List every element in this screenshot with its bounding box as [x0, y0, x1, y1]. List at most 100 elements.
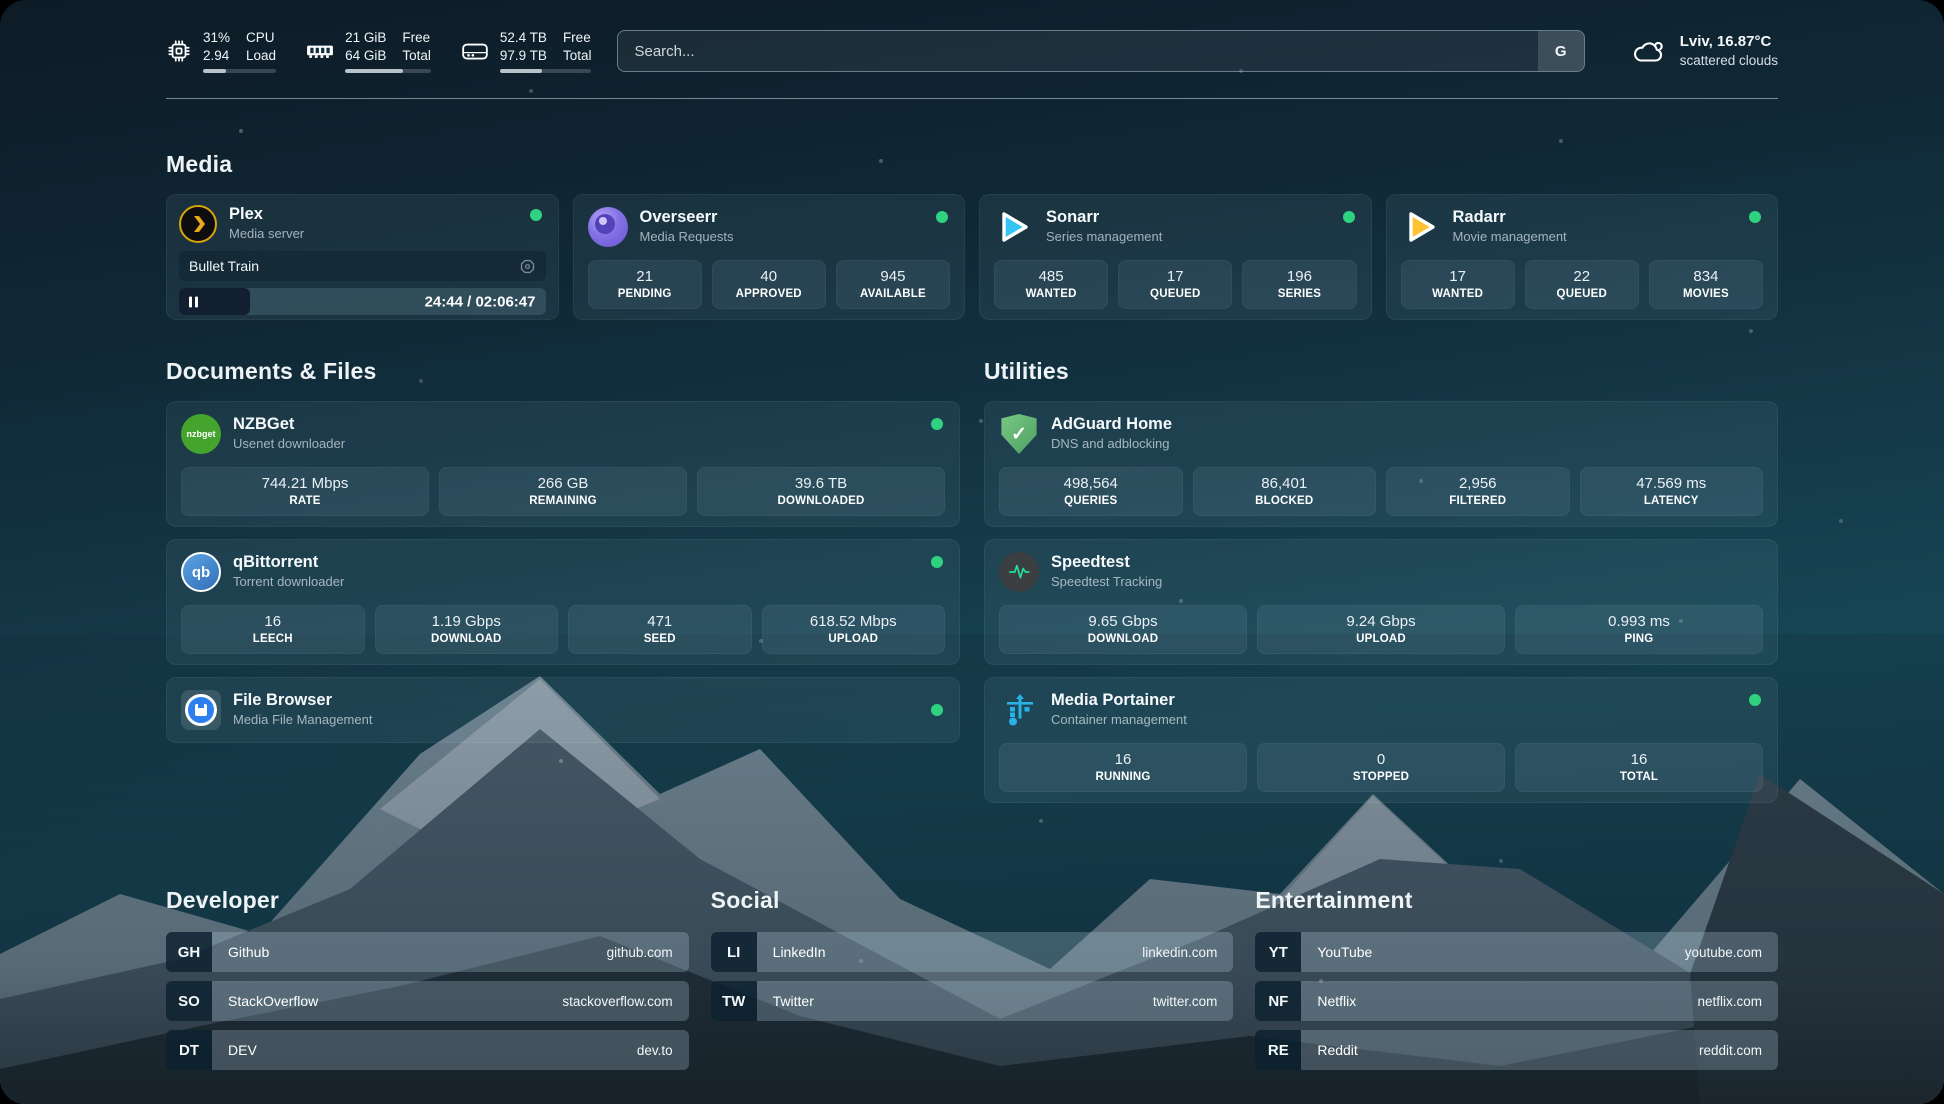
stat-filtered: 2,956FILTERED [1386, 467, 1570, 516]
search-bar: G [617, 30, 1584, 72]
stat-wanted: 485WANTED [994, 260, 1108, 309]
ram-total-value: 64 GiB [345, 47, 386, 65]
overseerr-card[interactable]: Overseerr Media Requests 21PENDING 40APP… [573, 194, 966, 320]
bookmark-url: dev.to [637, 1043, 673, 1058]
bookmark-abbr: GH [166, 932, 212, 972]
ram-total-label: Total [402, 47, 431, 65]
disk-progressbar [500, 69, 592, 73]
stat-pending: 21PENDING [588, 260, 702, 309]
bookmark-dev-to[interactable]: DT DEVdev.to [166, 1030, 689, 1070]
search-engine-button[interactable]: G [1538, 31, 1584, 71]
bookmark-name: DEV [228, 1042, 257, 1058]
bookmark-group-developer: Developer GH Githubgithub.com SO StackOv… [166, 887, 689, 1079]
cpu-usage-label: CPU [246, 29, 276, 47]
qbittorrent-subtitle: Torrent downloader [233, 574, 344, 591]
status-online-dot [931, 556, 943, 568]
stat-downloaded: 39.6 TBDOWNLOADED [697, 467, 945, 516]
bookmark-name: LinkedIn [773, 944, 826, 960]
sonarr-logo [994, 207, 1034, 247]
speedtest-logo [999, 552, 1039, 592]
ram-free-label: Free [402, 29, 431, 47]
section-title-social: Social [711, 887, 1234, 914]
stat-download: 1.19 GbpsDOWNLOAD [375, 605, 559, 654]
portainer-card[interactable]: Media Portainer Container management 16R… [984, 677, 1778, 803]
portainer-logo [999, 690, 1039, 730]
stat-wanted: 17WANTED [1401, 260, 1515, 309]
bookmark-linkedin[interactable]: LI LinkedInlinkedin.com [711, 932, 1234, 972]
radarr-subtitle: Movie management [1453, 229, 1567, 246]
cloud-icon [1631, 36, 1667, 66]
ram-metric: 21 GiB64 GiB FreeTotal [306, 29, 431, 73]
plex-now-playing-title: Bullet Train [189, 258, 259, 274]
section-title-utilities: Utilities [984, 358, 1778, 385]
session-type-icon [519, 258, 536, 275]
bookmark-name: StackOverflow [228, 993, 318, 1009]
utilities-column: Utilities ✓ AdGuard Home DNS and adblock… [984, 358, 1778, 815]
section-title-media: Media [166, 151, 1778, 178]
filebrowser-logo [181, 690, 221, 730]
bookmark-abbr: LI [711, 932, 757, 972]
bookmark-abbr: NF [1255, 981, 1301, 1021]
bookmark-url: netflix.com [1697, 994, 1762, 1009]
sonarr-card[interactable]: Sonarr Series management 485WANTED 17QUE… [979, 194, 1372, 320]
top-bar: 31%2.94 CPULoad [166, 26, 1778, 76]
nzbget-title: NZBGet [233, 415, 345, 435]
sonarr-subtitle: Series management [1046, 229, 1162, 246]
adguard-card[interactable]: ✓ AdGuard Home DNS and adblocking 498,56… [984, 401, 1778, 527]
disk-total-label: Total [563, 47, 592, 65]
cpu-metric: 31%2.94 CPULoad [166, 29, 276, 73]
speedtest-title: Speedtest [1051, 553, 1162, 573]
radarr-card[interactable]: Radarr Movie management 17WANTED 22QUEUE… [1386, 194, 1779, 320]
stat-latency: 47.569 msLATENCY [1580, 467, 1764, 516]
status-online-dot [1749, 211, 1761, 223]
filebrowser-card[interactable]: File Browser Media File Management [166, 677, 960, 743]
portainer-title: Media Portainer [1051, 691, 1187, 711]
radarr-title: Radarr [1453, 208, 1567, 228]
bookmark-group-entertainment: Entertainment YT YouTubeyoutube.com NF N… [1255, 887, 1778, 1079]
bookmark-netflix[interactable]: NF Netflixnetflix.com [1255, 981, 1778, 1021]
bookmark-reddit[interactable]: RE Redditreddit.com [1255, 1030, 1778, 1070]
qbittorrent-logo: qb [181, 552, 221, 592]
section-title-entertainment: Entertainment [1255, 887, 1778, 914]
qbittorrent-title: qBittorrent [233, 553, 344, 573]
pause-icon [189, 296, 198, 307]
cpu-chip-icon [166, 38, 192, 64]
bookmark-abbr: TW [711, 981, 757, 1021]
documents-column: Documents & Files nzbget NZBGet Usenet d… [166, 358, 960, 815]
stat-upload: 9.24 GbpsUPLOAD [1257, 605, 1505, 654]
topbar-divider [166, 98, 1778, 99]
overseerr-subtitle: Media Requests [640, 229, 734, 246]
portainer-subtitle: Container management [1051, 712, 1187, 729]
stat-upload: 618.52 MbpsUPLOAD [762, 605, 946, 654]
stat-blocked: 86,401BLOCKED [1193, 467, 1377, 516]
cpu-load-label: Load [246, 47, 276, 65]
bookmark-stackoverflow[interactable]: SO StackOverflowstackoverflow.com [166, 981, 689, 1021]
bookmark-github[interactable]: GH Githubgithub.com [166, 932, 689, 972]
speedtest-card[interactable]: Speedtest Speedtest Tracking 9.65 GbpsDO… [984, 539, 1778, 665]
status-online-dot [1749, 694, 1761, 706]
stat-download: 9.65 GbpsDOWNLOAD [999, 605, 1247, 654]
disk-metric: 52.4 TB97.9 TB FreeTotal [461, 29, 592, 73]
cpu-load-value: 2.94 [203, 47, 230, 65]
filebrowser-title: File Browser [233, 691, 372, 711]
plex-card[interactable]: Plex Media server Bullet Train 24:44 / 0… [166, 194, 559, 320]
search-input[interactable] [617, 30, 1584, 72]
dashboard-window: 31%2.94 CPULoad [0, 0, 1944, 1104]
bookmark-url: youtube.com [1685, 945, 1762, 960]
speedtest-subtitle: Speedtest Tracking [1051, 574, 1162, 591]
nzbget-card[interactable]: nzbget NZBGet Usenet downloader 744.21 M… [166, 401, 960, 527]
qbittorrent-card[interactable]: qb qBittorrent Torrent downloader 16LEEC… [166, 539, 960, 665]
section-title-documents: Documents & Files [166, 358, 960, 385]
stat-ping: 0.993 msPING [1515, 605, 1763, 654]
bookmark-youtube[interactable]: YT YouTubeyoutube.com [1255, 932, 1778, 972]
stat-leech: 16LEECH [181, 605, 365, 654]
stat-rate: 744.21 MbpsRATE [181, 467, 429, 516]
stat-stopped: 0STOPPED [1257, 743, 1505, 792]
bookmark-url: reddit.com [1699, 1043, 1762, 1058]
disk-free-label: Free [563, 29, 592, 47]
stat-queued: 22QUEUED [1525, 260, 1639, 309]
bookmark-name: Reddit [1317, 1042, 1357, 1058]
stat-remaining: 266 GBREMAINING [439, 467, 687, 516]
bookmark-twitter[interactable]: TW Twittertwitter.com [711, 981, 1234, 1021]
status-online-dot [530, 209, 542, 221]
